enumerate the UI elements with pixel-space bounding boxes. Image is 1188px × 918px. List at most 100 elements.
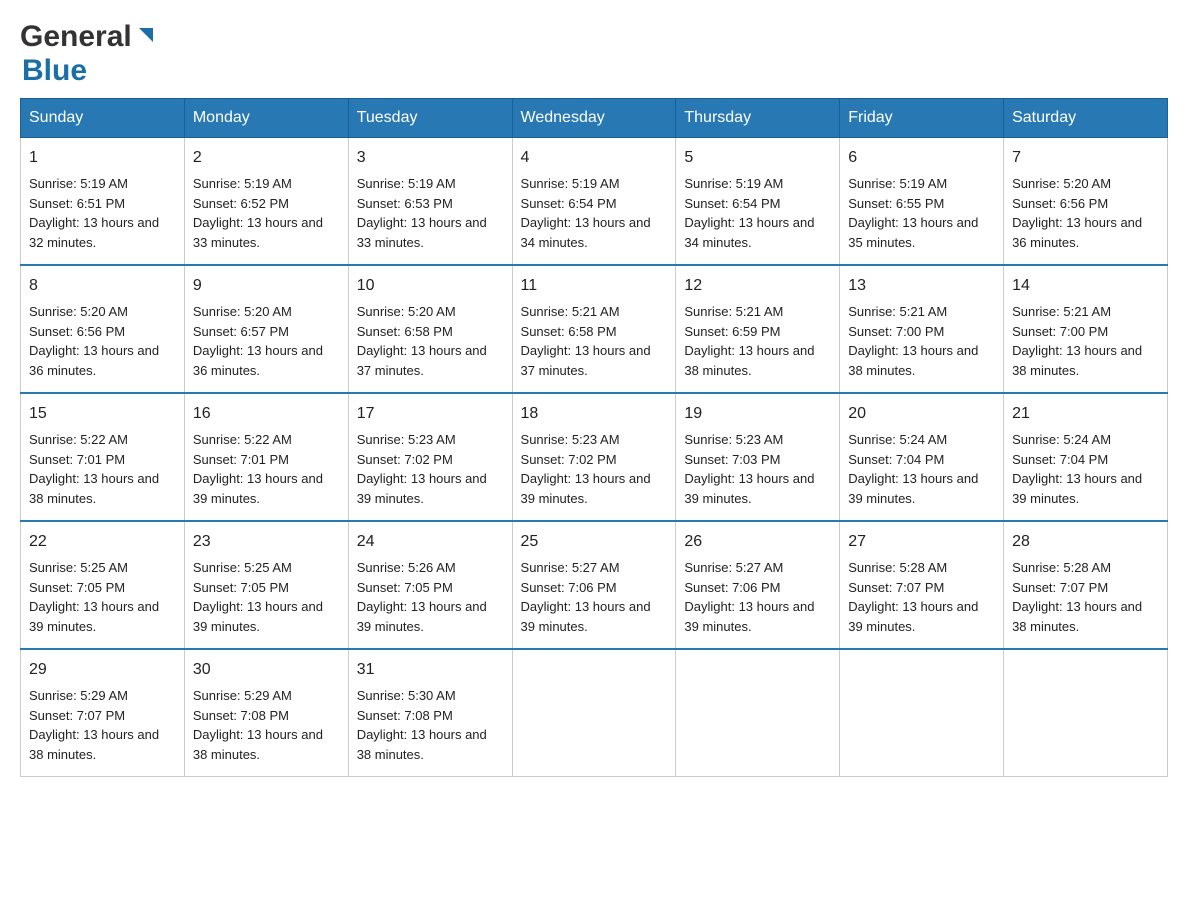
sunrise-text: Sunrise: 5:23 AM — [684, 432, 783, 447]
sunrise-text: Sunrise: 5:23 AM — [357, 432, 456, 447]
sunset-text: Sunset: 7:00 PM — [848, 324, 944, 339]
day-number: 19 — [684, 402, 831, 426]
sunset-text: Sunset: 6:51 PM — [29, 196, 125, 211]
calendar-cell: 29 Sunrise: 5:29 AM Sunset: 7:07 PM Dayl… — [21, 649, 185, 777]
daylight-text: Daylight: 13 hours and 39 minutes. — [521, 471, 651, 506]
sunset-text: Sunset: 7:07 PM — [1012, 580, 1108, 595]
daylight-text: Daylight: 13 hours and 35 minutes. — [848, 215, 978, 250]
day-number: 18 — [521, 402, 668, 426]
day-header-thursday: Thursday — [676, 99, 840, 138]
sunrise-text: Sunrise: 5:27 AM — [521, 560, 620, 575]
day-number: 15 — [29, 402, 176, 426]
day-number: 1 — [29, 146, 176, 170]
calendar-cell: 26 Sunrise: 5:27 AM Sunset: 7:06 PM Dayl… — [676, 521, 840, 649]
day-number: 26 — [684, 530, 831, 554]
sunrise-text: Sunrise: 5:20 AM — [193, 304, 292, 319]
day-number: 2 — [193, 146, 340, 170]
calendar-cell: 6 Sunrise: 5:19 AM Sunset: 6:55 PM Dayli… — [840, 138, 1004, 266]
calendar-cell: 16 Sunrise: 5:22 AM Sunset: 7:01 PM Dayl… — [184, 393, 348, 521]
calendar-cell: 27 Sunrise: 5:28 AM Sunset: 7:07 PM Dayl… — [840, 521, 1004, 649]
sunrise-text: Sunrise: 5:22 AM — [29, 432, 128, 447]
sunrise-text: Sunrise: 5:19 AM — [848, 176, 947, 191]
calendar-cell: 31 Sunrise: 5:30 AM Sunset: 7:08 PM Dayl… — [348, 649, 512, 777]
daylight-text: Daylight: 13 hours and 39 minutes. — [193, 471, 323, 506]
calendar-cell: 25 Sunrise: 5:27 AM Sunset: 7:06 PM Dayl… — [512, 521, 676, 649]
calendar-cell: 10 Sunrise: 5:20 AM Sunset: 6:58 PM Dayl… — [348, 265, 512, 393]
sunrise-text: Sunrise: 5:25 AM — [29, 560, 128, 575]
day-number: 11 — [521, 274, 668, 298]
sunset-text: Sunset: 6:53 PM — [357, 196, 453, 211]
calendar-week-row: 15 Sunrise: 5:22 AM Sunset: 7:01 PM Dayl… — [21, 393, 1168, 521]
daylight-text: Daylight: 13 hours and 38 minutes. — [684, 343, 814, 378]
calendar-cell: 19 Sunrise: 5:23 AM Sunset: 7:03 PM Dayl… — [676, 393, 840, 521]
calendar-cell: 11 Sunrise: 5:21 AM Sunset: 6:58 PM Dayl… — [512, 265, 676, 393]
sunset-text: Sunset: 7:05 PM — [357, 580, 453, 595]
calendar-cell: 20 Sunrise: 5:24 AM Sunset: 7:04 PM Dayl… — [840, 393, 1004, 521]
day-number: 21 — [1012, 402, 1159, 426]
daylight-text: Daylight: 13 hours and 33 minutes. — [357, 215, 487, 250]
daylight-text: Daylight: 13 hours and 39 minutes. — [684, 599, 814, 634]
calendar-cell: 15 Sunrise: 5:22 AM Sunset: 7:01 PM Dayl… — [21, 393, 185, 521]
daylight-text: Daylight: 13 hours and 39 minutes. — [193, 599, 323, 634]
sunrise-text: Sunrise: 5:20 AM — [357, 304, 456, 319]
calendar-cell: 8 Sunrise: 5:20 AM Sunset: 6:56 PM Dayli… — [21, 265, 185, 393]
daylight-text: Daylight: 13 hours and 34 minutes. — [521, 215, 651, 250]
day-number: 14 — [1012, 274, 1159, 298]
calendar-cell: 22 Sunrise: 5:25 AM Sunset: 7:05 PM Dayl… — [21, 521, 185, 649]
day-header-saturday: Saturday — [1004, 99, 1168, 138]
day-number: 16 — [193, 402, 340, 426]
sunrise-text: Sunrise: 5:19 AM — [193, 176, 292, 191]
daylight-text: Daylight: 13 hours and 38 minutes. — [1012, 343, 1142, 378]
day-number: 25 — [521, 530, 668, 554]
sunset-text: Sunset: 7:08 PM — [357, 708, 453, 723]
sunrise-text: Sunrise: 5:21 AM — [521, 304, 620, 319]
daylight-text: Daylight: 13 hours and 36 minutes. — [1012, 215, 1142, 250]
logo-arrow-icon — [135, 24, 157, 46]
sunrise-text: Sunrise: 5:19 AM — [521, 176, 620, 191]
sunset-text: Sunset: 7:00 PM — [1012, 324, 1108, 339]
sunrise-text: Sunrise: 5:21 AM — [684, 304, 783, 319]
sunrise-text: Sunrise: 5:20 AM — [1012, 176, 1111, 191]
day-number: 17 — [357, 402, 504, 426]
sunrise-text: Sunrise: 5:19 AM — [357, 176, 456, 191]
daylight-text: Daylight: 13 hours and 39 minutes. — [1012, 471, 1142, 506]
sunrise-text: Sunrise: 5:29 AM — [29, 688, 128, 703]
calendar-cell: 28 Sunrise: 5:28 AM Sunset: 7:07 PM Dayl… — [1004, 521, 1168, 649]
calendar-cell: 21 Sunrise: 5:24 AM Sunset: 7:04 PM Dayl… — [1004, 393, 1168, 521]
sunrise-text: Sunrise: 5:29 AM — [193, 688, 292, 703]
sunrise-text: Sunrise: 5:24 AM — [848, 432, 947, 447]
logo-general-text: General — [20, 20, 132, 54]
day-number: 6 — [848, 146, 995, 170]
calendar-cell: 9 Sunrise: 5:20 AM Sunset: 6:57 PM Dayli… — [184, 265, 348, 393]
day-number: 28 — [1012, 530, 1159, 554]
calendar-week-row: 1 Sunrise: 5:19 AM Sunset: 6:51 PM Dayli… — [21, 138, 1168, 266]
daylight-text: Daylight: 13 hours and 38 minutes. — [1012, 599, 1142, 634]
sunset-text: Sunset: 7:04 PM — [1012, 452, 1108, 467]
calendar-header-row: SundayMondayTuesdayWednesdayThursdayFrid… — [21, 99, 1168, 138]
sunrise-text: Sunrise: 5:19 AM — [684, 176, 783, 191]
sunset-text: Sunset: 6:58 PM — [521, 324, 617, 339]
page-header: General Blue — [20, 20, 1168, 88]
sunrise-text: Sunrise: 5:26 AM — [357, 560, 456, 575]
sunset-text: Sunset: 7:07 PM — [29, 708, 125, 723]
sunset-text: Sunset: 7:06 PM — [521, 580, 617, 595]
daylight-text: Daylight: 13 hours and 36 minutes. — [193, 343, 323, 378]
daylight-text: Daylight: 13 hours and 39 minutes. — [357, 599, 487, 634]
day-number: 13 — [848, 274, 995, 298]
calendar-cell: 17 Sunrise: 5:23 AM Sunset: 7:02 PM Dayl… — [348, 393, 512, 521]
sunset-text: Sunset: 7:07 PM — [848, 580, 944, 595]
calendar-cell: 5 Sunrise: 5:19 AM Sunset: 6:54 PM Dayli… — [676, 138, 840, 266]
calendar-cell: 14 Sunrise: 5:21 AM Sunset: 7:00 PM Dayl… — [1004, 265, 1168, 393]
calendar-cell: 2 Sunrise: 5:19 AM Sunset: 6:52 PM Dayli… — [184, 138, 348, 266]
daylight-text: Daylight: 13 hours and 36 minutes. — [29, 343, 159, 378]
calendar-table: SundayMondayTuesdayWednesdayThursdayFrid… — [20, 98, 1168, 777]
day-number: 4 — [521, 146, 668, 170]
logo-blue-text: Blue — [22, 54, 157, 88]
calendar-cell — [840, 649, 1004, 777]
sunrise-text: Sunrise: 5:24 AM — [1012, 432, 1111, 447]
sunset-text: Sunset: 6:54 PM — [521, 196, 617, 211]
sunrise-text: Sunrise: 5:21 AM — [848, 304, 947, 319]
daylight-text: Daylight: 13 hours and 38 minutes. — [193, 727, 323, 762]
calendar-cell: 30 Sunrise: 5:29 AM Sunset: 7:08 PM Dayl… — [184, 649, 348, 777]
calendar-week-row: 22 Sunrise: 5:25 AM Sunset: 7:05 PM Dayl… — [21, 521, 1168, 649]
